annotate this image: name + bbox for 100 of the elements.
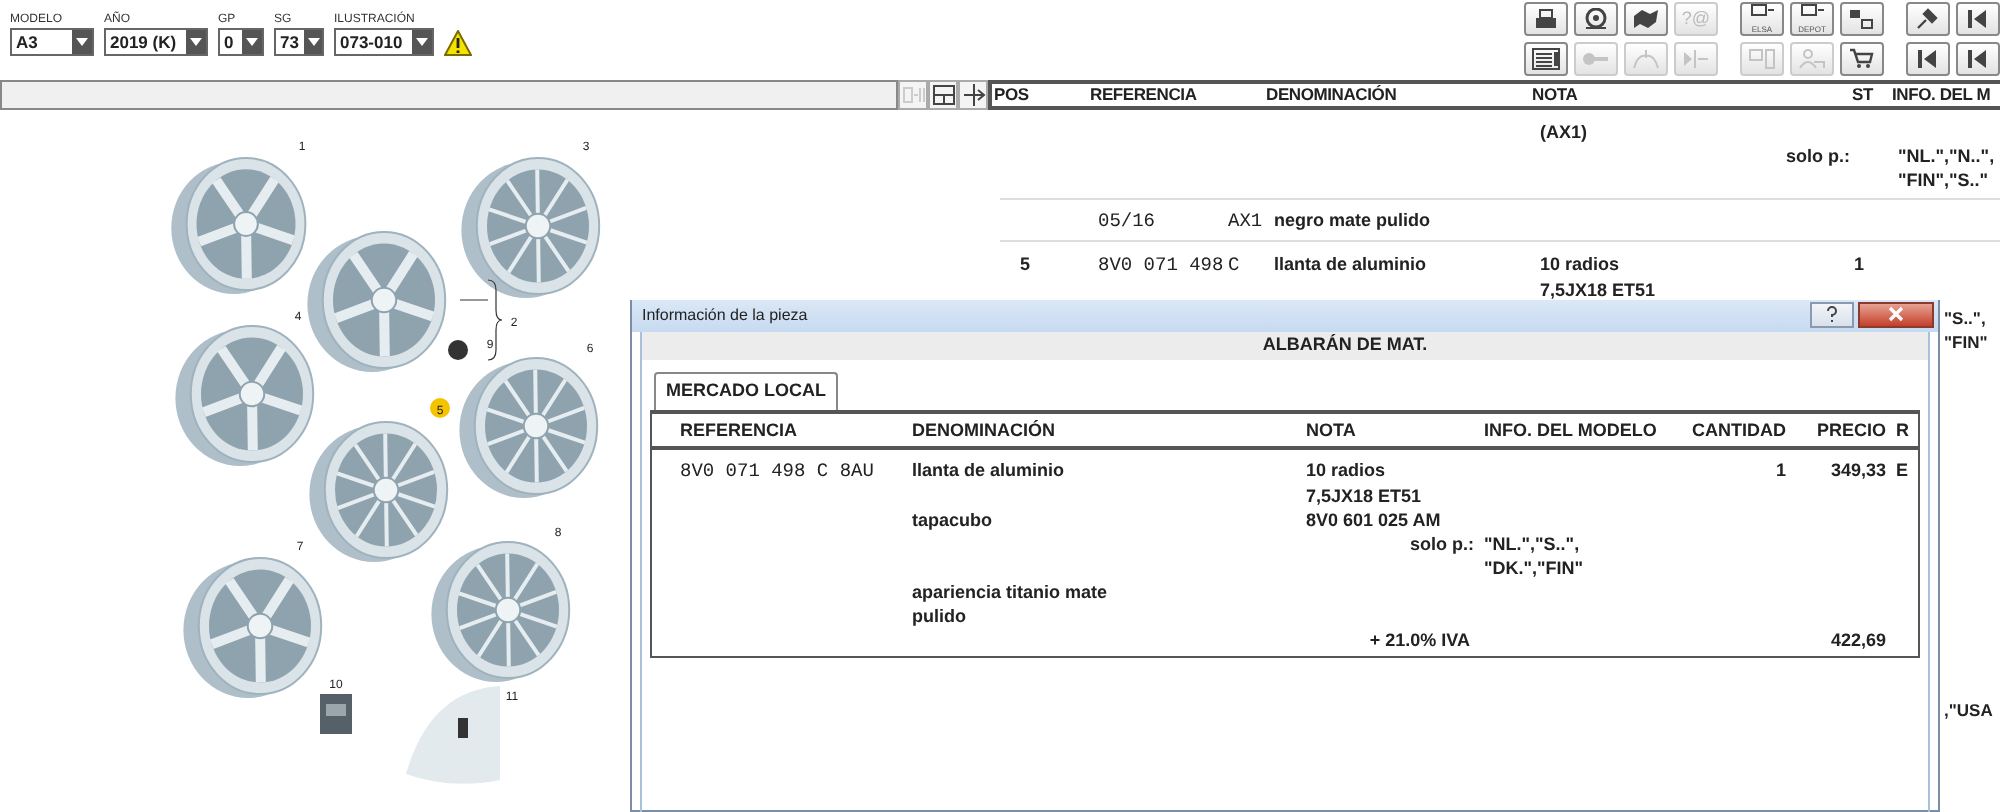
view-button[interactable] bbox=[958, 80, 988, 110]
play-icon bbox=[1682, 48, 1710, 70]
bracket-icon bbox=[459, 279, 503, 361]
total-amount: 422,69 bbox=[1830, 629, 1886, 649]
column-header: DENOMINACIÓN bbox=[1266, 82, 1399, 108]
wheel-drawing bbox=[183, 557, 323, 698]
column-header: CANTIDAD bbox=[1692, 419, 1786, 439]
wheel-drawing bbox=[431, 541, 571, 682]
dropdown-field[interactable]: 73 bbox=[274, 28, 324, 56]
column-header: R bbox=[1896, 419, 1909, 439]
table-cell: llanta de aluminio bbox=[1274, 254, 1427, 274]
column-header: INFO. DEL M bbox=[1892, 82, 1991, 108]
dropdown-field[interactable]: 2019 (K) bbox=[104, 28, 208, 56]
table-cell: 7,5JX18 ET51 bbox=[1306, 485, 1422, 505]
table-cell: negro mate pulido bbox=[1274, 210, 1431, 230]
wheel-drawing bbox=[171, 157, 307, 294]
table-cell: "NL.","N..", bbox=[1898, 146, 1995, 166]
merge-icon bbox=[901, 84, 925, 106]
table-cell: "S..", bbox=[1944, 306, 1986, 330]
column-header: POS bbox=[992, 82, 1031, 108]
dropdown-field[interactable]: A3 bbox=[10, 28, 94, 56]
warning-icon bbox=[444, 30, 472, 57]
cart-icon bbox=[1848, 48, 1876, 70]
help-icon bbox=[1826, 306, 1838, 322]
printer-icon bbox=[1532, 8, 1560, 30]
table-cell: 1 bbox=[1775, 459, 1786, 479]
hand-icon bbox=[1632, 48, 1660, 70]
toolbar-button[interactable] bbox=[1956, 42, 2000, 76]
column-header: NOTA bbox=[1532, 82, 1580, 108]
caret-icon bbox=[190, 38, 202, 46]
table-cell: 7,5JX18 ET51 bbox=[1540, 280, 1656, 300]
valve-drawing bbox=[406, 686, 500, 784]
dropdown-field[interactable]: 073-010 bbox=[334, 28, 434, 56]
table-cell: ,"USA bbox=[1944, 698, 1993, 722]
table-cell: 8V0 601 025 AM bbox=[1306, 509, 1441, 529]
column-header: PRECIO bbox=[1816, 419, 1886, 439]
table-cell: 349,33 bbox=[1830, 459, 1886, 479]
search-bar[interactable] bbox=[0, 80, 898, 110]
help-button[interactable] bbox=[1810, 301, 1854, 327]
list-icon bbox=[1532, 48, 1560, 70]
wheel-drawing bbox=[461, 157, 601, 298]
column-header: DENOMINACIÓN bbox=[912, 419, 1055, 439]
toolbar-button[interactable] bbox=[1906, 42, 1950, 76]
table-cell: pulido bbox=[912, 605, 966, 625]
toolbar-button[interactable] bbox=[1624, 2, 1668, 36]
toolbar-button[interactable] bbox=[1840, 42, 1884, 76]
table-cell: "NL.","S..", bbox=[1484, 533, 1580, 553]
column-header: NOTA bbox=[1306, 419, 1356, 439]
dialog-title: Información de la pieza bbox=[642, 304, 808, 328]
column-header: INFO. DEL MODELO bbox=[1484, 419, 1657, 439]
table-cell: "FIN" bbox=[1944, 330, 1988, 354]
caret-icon bbox=[416, 38, 428, 46]
devices-icon bbox=[1748, 48, 1776, 70]
key-icon bbox=[1582, 48, 1610, 70]
table-cell: solo p.: bbox=[1786, 146, 1850, 166]
table-cell: C bbox=[1228, 254, 1240, 276]
dialog-heading: ALBARÁN DE MAT. bbox=[1262, 332, 1428, 359]
table-cell: 10 radios bbox=[1540, 254, 1620, 274]
caret-icon bbox=[307, 38, 320, 46]
table-cell: "FIN","S.." bbox=[1898, 170, 1989, 190]
table-cell: (AX1) bbox=[1540, 122, 1588, 142]
caret-icon bbox=[246, 38, 258, 46]
toolbar-button[interactable] bbox=[1524, 42, 1568, 76]
table-cell: AX1 bbox=[1228, 210, 1263, 232]
skip-back-icon bbox=[1914, 48, 1942, 70]
grid-icon bbox=[931, 84, 955, 106]
sticker-drawing bbox=[320, 694, 352, 734]
wheel-drawing bbox=[307, 231, 447, 372]
column-header: ST bbox=[1852, 82, 1876, 108]
tax-label: + 21.0% IVA bbox=[1369, 629, 1470, 649]
tab[interactable]: MERCADO LOCAL bbox=[654, 372, 838, 409]
column-header: REFERENCIA bbox=[1090, 82, 1199, 108]
skip-back-icon bbox=[1964, 8, 1992, 30]
toolbar-button[interactable] bbox=[1524, 2, 1568, 36]
table-cell: apariencia titanio mate bbox=[912, 581, 1108, 601]
map-icon bbox=[1632, 8, 1660, 30]
table-cell: E bbox=[1896, 459, 1909, 479]
toolbar-button[interactable] bbox=[1906, 2, 1950, 36]
toolbar-button[interactable] bbox=[1574, 2, 1618, 36]
toolbar-button[interactable] bbox=[1956, 2, 2000, 36]
close-button[interactable] bbox=[1858, 301, 1934, 327]
toolbar-button[interactable] bbox=[1840, 2, 1884, 36]
table-cell: 05/16 bbox=[1098, 210, 1156, 232]
table-cell: tapacubo bbox=[912, 509, 993, 529]
caret-icon bbox=[76, 38, 88, 46]
table-cell: 8V0 071 498 bbox=[1098, 254, 1224, 276]
table-cell: 1 bbox=[1854, 254, 1865, 274]
wheel-drawing bbox=[459, 357, 599, 498]
move-icon bbox=[961, 84, 985, 106]
close-icon bbox=[1888, 306, 1904, 322]
person-icon bbox=[1798, 48, 1826, 70]
transfer-icon bbox=[1848, 8, 1876, 30]
dropdown-field[interactable]: 0 bbox=[218, 28, 264, 56]
wheel-drawing bbox=[175, 325, 315, 466]
table-cell: 10 radios bbox=[1306, 459, 1386, 479]
wheel-drawing bbox=[309, 421, 449, 562]
view-button[interactable] bbox=[928, 80, 958, 110]
table-cell: 8V0 071 498 C 8AU bbox=[680, 459, 874, 481]
skip-back-icon bbox=[1964, 48, 1992, 70]
table-cell: 5 bbox=[1020, 254, 1031, 274]
